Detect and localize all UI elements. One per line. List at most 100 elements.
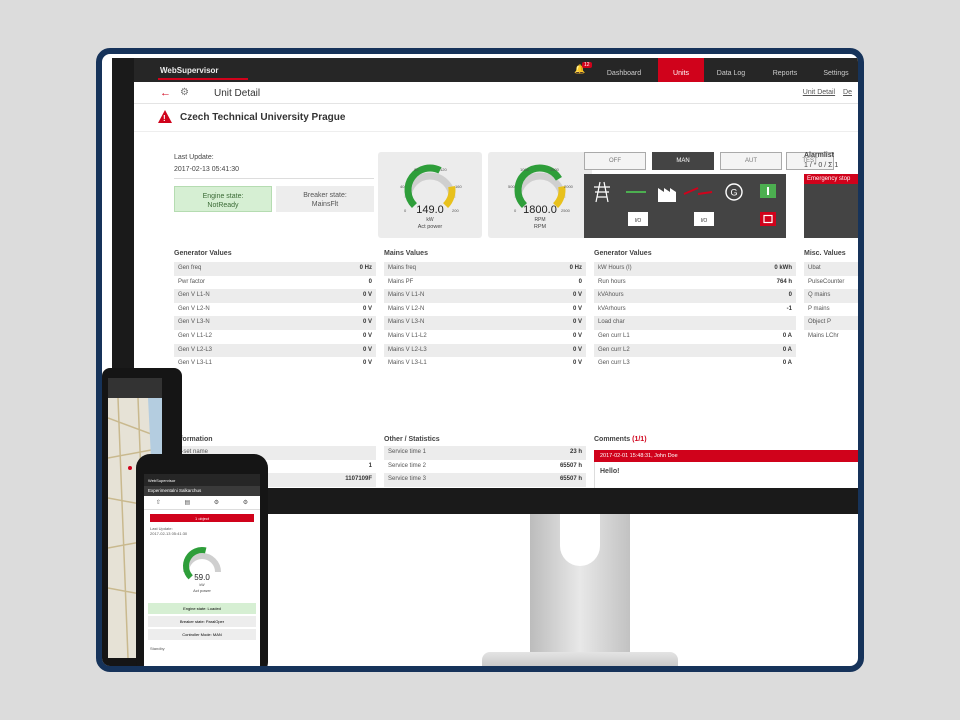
generator-letter: G (730, 188, 737, 198)
row-value: 0 V (572, 292, 582, 299)
row-value: 764 h (776, 278, 792, 285)
table-row: kVArhours -1 (594, 303, 796, 317)
mode-aut-button[interactable]: AUT (720, 152, 782, 170)
table-row: Load char (594, 316, 796, 330)
row-value: 65507 h (559, 476, 582, 483)
row-name: kW Hours (I) (598, 265, 632, 271)
gauge-tick: 0 (404, 208, 407, 213)
toolbar-links: Unit Detail De (797, 89, 852, 96)
phone-device: WebSupervisor Experimentalni Salkarchus … (136, 454, 268, 666)
table-row: P mains (804, 303, 858, 317)
row-name: Gen curr L1 (598, 332, 630, 339)
breaker-line (683, 187, 699, 195)
row-name: Gen curr L2 (598, 346, 630, 353)
phone-gauge-value: 59.0 (194, 573, 210, 582)
alarmlist-box: Emergency stop (804, 174, 858, 238)
gauge-value: 149.0 (416, 204, 444, 216)
gauge-tick: 200 (452, 208, 459, 213)
single-line-scheme: G I/O I/O (584, 174, 786, 238)
table-row: Gen curr L3 0 A (594, 357, 796, 371)
gauge-tick: 500 (508, 184, 515, 189)
gauge-name: Act power (418, 224, 443, 230)
breaker-state-value: MainsFlt (311, 201, 339, 208)
gauge-tick: 160 (455, 184, 462, 189)
row-value: 0 V (572, 305, 582, 312)
gauge-tick: 1500 (550, 167, 560, 172)
mode-man-button[interactable]: MAN (652, 152, 714, 170)
gauge-tick: 2000 (564, 184, 574, 189)
last-update-value: 2017-02-13 05:41:30 (174, 166, 239, 173)
gear-icon[interactable]: ⚙ (243, 499, 248, 506)
nav-settings[interactable]: Settings (814, 58, 858, 82)
engine-state-label: Engine state: (202, 193, 244, 200)
table-row: Gen curr L1 0 A (594, 330, 796, 344)
row-value: 0 A (782, 360, 792, 367)
rpm-gauge: 0 500 1000 1500 2000 2500 1800.0 RPM RPM (488, 152, 592, 238)
wrench-icon[interactable]: ⚙ (214, 499, 219, 506)
mode-off-button[interactable]: OFF (584, 152, 646, 170)
statistics-title: Other / Statistics (384, 436, 440, 443)
nav-dashboard[interactable]: Dashboard (594, 58, 654, 82)
generator-values-2-title: Generator Values (594, 250, 652, 257)
product-frame: WebSupervisor 🔔 12 Dashboard Units Data … (96, 48, 864, 672)
io-label: I/O (701, 218, 708, 224)
monitor: WebSupervisor 🔔 12 Dashboard Units Data … (112, 58, 858, 514)
statistics-table: Service time 1 23 h Service time 2 65507 hS… (384, 446, 586, 488)
phone-breaker-state: Breaker state: ParalOper (148, 616, 256, 627)
gauge-tick: 1000 (520, 167, 530, 172)
alarm-item[interactable]: Emergency stop (804, 174, 858, 184)
row-name: Mains V L2-N (388, 305, 425, 312)
row-name: Gen freq (178, 265, 202, 271)
wrench-icon[interactable]: ⚙ (180, 87, 189, 98)
row-name: Mains LChr (808, 332, 839, 339)
row-value: 0 V (572, 319, 582, 326)
row-value: 0 Hz (569, 265, 582, 271)
gauge-tick: 80 (414, 167, 419, 172)
engine-state-value: NotReady (207, 202, 239, 209)
gauge-unit: kW (426, 217, 434, 223)
rpm-gauge-dial: 0 500 1000 1500 2000 2500 1800.0 RPM RPM (508, 164, 574, 230)
more-link[interactable]: De (843, 89, 852, 96)
table-row: Gen V L2-N 0 V (174, 303, 376, 317)
divider (174, 178, 374, 179)
table-row: Gen V L3-L1 0 V (174, 357, 376, 371)
table-row: Gen V L1-L2 0 V (174, 330, 376, 344)
table-row: Object P (804, 316, 858, 330)
row-value: 0 V (362, 292, 372, 299)
row-name: Gen curr L3 (598, 360, 630, 367)
monitor-screen: WebSupervisor 🔔 12 Dashboard Units Data … (134, 58, 858, 488)
back-arrow-icon[interactable]: ← (160, 87, 171, 99)
comment-header: 2017-02-01 15:48:31, John Doe (594, 450, 858, 462)
row-name: Gen V L2-N (178, 305, 210, 312)
phone-footer: Standby (150, 646, 165, 651)
toolbar: ← ⚙ Unit Detail Unit Detail De (134, 82, 858, 104)
nav-data-log[interactable]: Data Log (706, 58, 756, 82)
phone-topbar: WebSupervisor (144, 474, 260, 486)
gauge-value: 1800.0 (523, 204, 557, 216)
phone-alarm-bar[interactable]: 1 object (150, 514, 254, 522)
row-name: Gen V L1-N (178, 292, 210, 299)
row-value: 0 V (362, 319, 372, 326)
row-name: Mains freq (388, 265, 417, 271)
unit-detail-link[interactable]: Unit Detail (803, 89, 835, 96)
nav-reports[interactable]: Reports (758, 58, 812, 82)
row-value: 1107109F (345, 476, 372, 483)
phone-gauge-name: Act power (193, 588, 211, 593)
table-row: Gen V L1-N 0 V (174, 289, 376, 303)
nav-units[interactable]: Units (658, 58, 704, 82)
warning-mark: ! (163, 114, 166, 123)
gauge-tick: 120 (440, 167, 447, 172)
chart-icon[interactable]: ▤ (184, 499, 190, 506)
misc-values-table: Ubat PulseCounter Q mains P mains Object P Ma… (804, 262, 858, 344)
row-value: 0 V (572, 346, 582, 353)
phone-unit-name: Experimentalni Salkarchus (144, 486, 260, 496)
row-name: Service time 3 (388, 476, 427, 483)
table-row: Service time 1 23 h (384, 446, 586, 460)
upload-icon[interactable]: ⇧ (156, 499, 161, 506)
row-value: 0 V (362, 346, 372, 353)
row-name: Mains V L3-N (388, 319, 425, 326)
gauge-name: RPM (534, 224, 547, 230)
row-value: 0 (578, 278, 582, 285)
table-row: Mains PF 0 (384, 276, 586, 290)
gauge-tick: 2500 (561, 208, 571, 213)
